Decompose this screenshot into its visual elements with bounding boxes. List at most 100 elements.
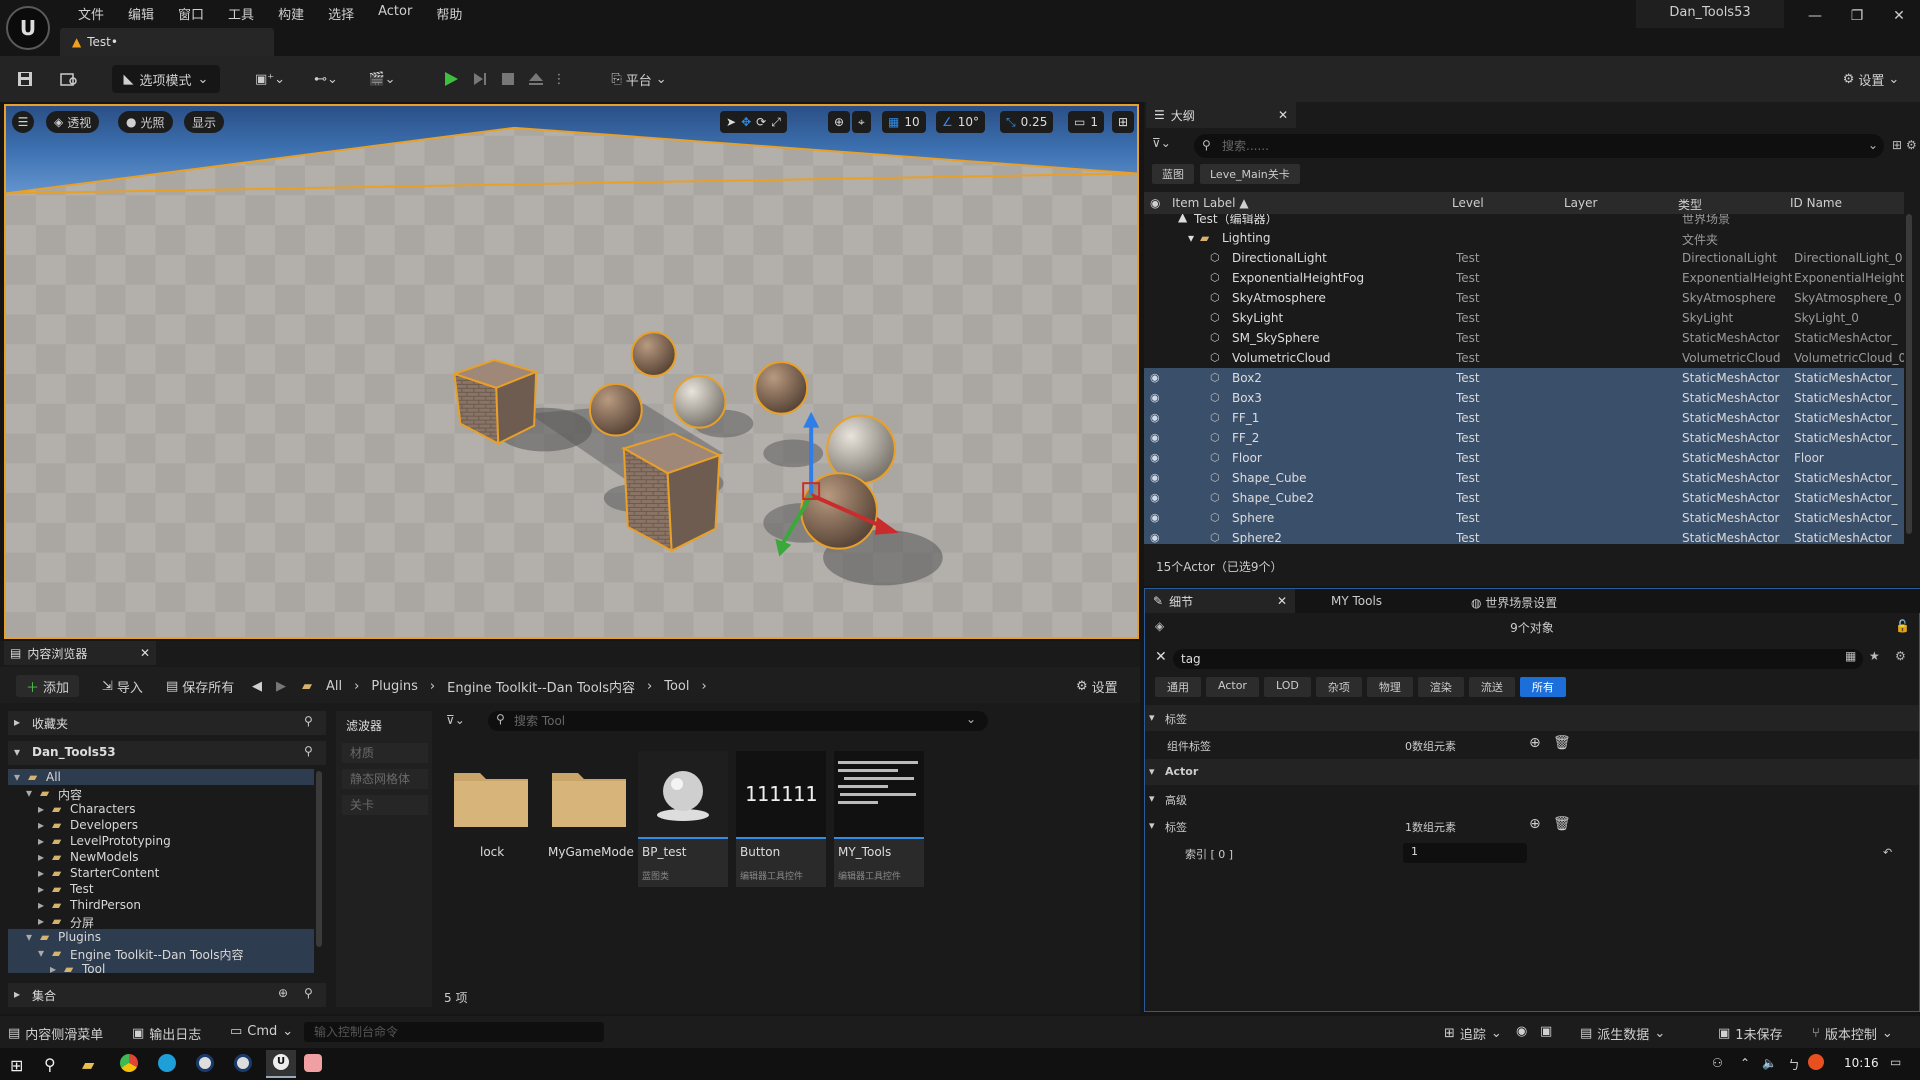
browse-icon[interactable]: [58, 65, 80, 93]
asset-tile[interactable]: MyGameMode: [544, 751, 634, 887]
breadcrumb-plugins[interactable]: Plugins: [371, 679, 418, 694]
close-icon[interactable]: ✕: [1278, 108, 1288, 122]
save-icon[interactable]: [14, 65, 36, 93]
search-icon[interactable]: ⚲: [304, 744, 313, 758]
unreal-taskbar-icon[interactable]: U: [266, 1050, 296, 1078]
menu-actor[interactable]: Actor: [366, 2, 424, 25]
outliner-row[interactable]: ◉ ⬡ Box3 Test StaticMeshActor StaticMeshActor…: [1144, 388, 1904, 408]
chevron-up-icon[interactable]: ⌃: [1740, 1056, 1750, 1070]
outliner-row[interactable]: ⬡ SkyAtmosphere Test SkyAtmosphere SkyAtmosp…: [1144, 288, 1904, 308]
blueprint-icon[interactable]: ⊷⌄: [306, 65, 346, 93]
scale-snap[interactable]: ⤡ 0.25: [1000, 111, 1054, 133]
visibility-eye-icon[interactable]: ◉: [1150, 491, 1160, 504]
outliner-row[interactable]: ◉ ⬡ Sphere Test StaticMeshActor StaticMeshAct…: [1144, 508, 1904, 528]
outliner-row[interactable]: ⬡ SM_SkySphere Test StaticMeshActor StaticMe…: [1144, 328, 1904, 348]
edge-icon[interactable]: [158, 1054, 176, 1072]
filter-actor[interactable]: Actor: [1206, 677, 1259, 697]
gear-icon[interactable]: ⚙: [1906, 138, 1917, 152]
outliner-row[interactable]: ◉ ⬡ FF_1 Test StaticMeshActor StaticMeshActor…: [1144, 408, 1904, 428]
outliner-row[interactable]: ◉ ⬡ Shape_Cube Test StaticMeshActor StaticMes…: [1144, 468, 1904, 488]
select-arrow-icon[interactable]: ➤: [726, 115, 736, 129]
ime-icon[interactable]: ㄅ: [1788, 1056, 1800, 1073]
cmd-selector[interactable]: ▭ Cmd ⌄: [230, 1024, 293, 1039]
filter-material[interactable]: 材质: [342, 743, 428, 763]
column-item-label[interactable]: Item Label ▲: [1172, 196, 1249, 210]
details-search-input[interactable]: tag: [1173, 649, 1863, 669]
move-icon[interactable]: ✥: [741, 115, 751, 129]
search-icon[interactable]: ⚲: [304, 714, 313, 728]
visibility-eye-icon[interactable]: ◉: [1150, 371, 1160, 384]
tag-chip[interactable]: 蓝图: [1152, 164, 1194, 184]
category-advanced[interactable]: ▾ 高级: [1145, 786, 1919, 812]
rotation-snap[interactable]: ∠ 10°: [936, 111, 986, 133]
add-folder-icon[interactable]: ⊞: [1892, 138, 1902, 152]
tree-folder[interactable]: ▸ ▰ Tool: [8, 961, 314, 973]
asset-tile[interactable]: MY_Tools 编辑器工具控件: [834, 751, 924, 887]
filter-level[interactable]: 关卡: [342, 795, 428, 815]
tag-chip[interactable]: Leve_Main关卡: [1200, 164, 1300, 184]
world-row[interactable]: ▲ Test（编辑器） 世界场景: [1144, 214, 1904, 228]
back-icon[interactable]: ◀: [252, 675, 262, 697]
steam-icon[interactable]: [196, 1054, 214, 1072]
breadcrumb-engine-toolkit[interactable]: Engine Toolkit--Dan Tools内容: [447, 677, 635, 696]
output-log-button[interactable]: ▣ 输出日志: [132, 1024, 201, 1043]
gear-icon[interactable]: ⚙: [1895, 649, 1906, 663]
tab-world-settings[interactable]: ◍ 世界场景设置: [1471, 594, 1557, 611]
unsaved-button[interactable]: ▣ 1未保存: [1718, 1024, 1783, 1043]
outliner-row[interactable]: ⬡ VolumetricCloud Test VolumetricCloud Volum…: [1144, 348, 1904, 368]
tag-value-input[interactable]: 1: [1403, 843, 1527, 863]
menu-file[interactable]: 文件: [66, 2, 116, 25]
filter-lod[interactable]: LOD: [1263, 677, 1311, 697]
filter-general[interactable]: 通用: [1155, 677, 1201, 697]
outliner-scrollbar[interactable]: [1906, 214, 1912, 534]
outliner-row[interactable]: ⬡ DirectionalLight Test DirectionalLight Dir…: [1144, 248, 1904, 268]
chevron-down-icon[interactable]: ⌄: [966, 712, 976, 726]
screenshot-icon[interactable]: ▣: [1540, 1024, 1552, 1039]
trace-button[interactable]: ⊞ 追踪 ⌄: [1444, 1024, 1502, 1043]
outliner-row[interactable]: ◉ ⬡ Floor Test StaticMeshActor Floor: [1144, 448, 1904, 468]
lighting-button[interactable]: ● 光照: [118, 111, 173, 133]
tab-details[interactable]: ✎ 细节 ✕: [1145, 589, 1295, 613]
tree-folder[interactable]: ▾ ▰ All: [8, 769, 314, 785]
menu-tools[interactable]: 工具: [216, 2, 266, 25]
add-element-icon[interactable]: ⊕: [1529, 816, 1541, 832]
menu-window[interactable]: 窗口: [166, 2, 216, 25]
steam-icon[interactable]: [234, 1054, 252, 1072]
eject-icon[interactable]: [524, 65, 548, 93]
filter-icon[interactable]: ⊽⌄: [1152, 136, 1171, 150]
column-layer[interactable]: Layer: [1564, 196, 1597, 210]
tree-folder[interactable]: ▸ ▰ StarterContent: [8, 865, 314, 881]
forward-icon[interactable]: ▶: [276, 675, 286, 697]
category-tags[interactable]: ▾ 标签: [1145, 705, 1919, 731]
clear-search-icon[interactable]: ✕: [1155, 649, 1167, 665]
file-explorer-icon[interactable]: ▰: [82, 1055, 94, 1074]
mode-selector[interactable]: ◣ 选项模式 ⌄: [112, 65, 220, 93]
outliner-search-input[interactable]: 搜索......: [1194, 134, 1884, 158]
add-collection-icon[interactable]: ⊕: [278, 986, 288, 1000]
save-all-button[interactable]: ▤ 保存所有: [166, 675, 234, 697]
column-id-name[interactable]: ID Name: [1790, 196, 1842, 210]
tree-folder[interactable]: ▸ ▰ Test: [8, 881, 314, 897]
world-local-icon[interactable]: ⊕: [828, 111, 851, 133]
menu-select[interactable]: 选择: [316, 2, 366, 25]
filter-static-mesh[interactable]: 静态网格体: [342, 769, 428, 789]
outliner-row[interactable]: ◉ ⬡ FF_2 Test StaticMeshActor StaticMeshActor…: [1144, 428, 1904, 448]
breadcrumb-all[interactable]: All: [326, 679, 342, 694]
asset-tile[interactable]: lock: [446, 751, 536, 887]
tree-folder[interactable]: ▸ ▰ LevelPrototyping: [8, 833, 314, 849]
breadcrumb-tool[interactable]: Tool: [664, 679, 689, 694]
derived-data-button[interactable]: ▤ 派生数据 ⌄: [1580, 1024, 1665, 1043]
platform-menu[interactable]: ⎘ 平台 ⌄: [604, 65, 674, 93]
lock-icon[interactable]: 🔓: [1895, 619, 1910, 633]
visibility-eye-icon[interactable]: ◉: [1150, 411, 1160, 424]
filter-all[interactable]: 所有: [1519, 677, 1566, 697]
notification-app-icon[interactable]: [1808, 1054, 1824, 1070]
content-browser-tab[interactable]: ▤ 内容浏览器 ✕: [4, 641, 156, 665]
outliner-row[interactable]: ◉ ⬡ Shape_Cube2 Test StaticMeshActor StaticMe…: [1144, 488, 1904, 508]
visibility-eye-icon[interactable]: ◉: [1150, 391, 1160, 404]
play-icon[interactable]: [438, 65, 464, 93]
camera-speed[interactable]: ▭ 1: [1068, 111, 1104, 133]
grid-view-icon[interactable]: ▦: [1845, 649, 1856, 663]
settings-menu[interactable]: ⚙ 设置 ⌄: [1834, 65, 1908, 93]
scale-icon[interactable]: ⤢: [771, 115, 781, 130]
